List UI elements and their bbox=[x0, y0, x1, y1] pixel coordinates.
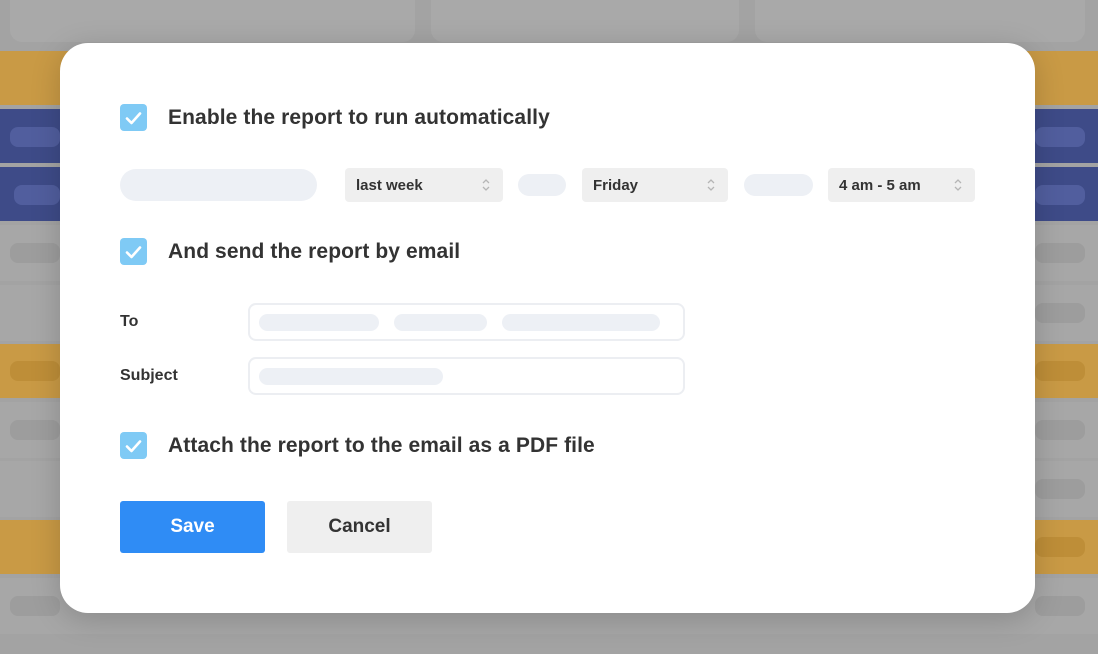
save-button[interactable]: Save bbox=[120, 501, 265, 553]
day-select[interactable]: Friday bbox=[582, 168, 728, 202]
subject-text-placeholder bbox=[259, 368, 443, 385]
sort-arrows-icon bbox=[482, 179, 490, 191]
time-select[interactable]: 4 am - 5 am bbox=[828, 168, 975, 202]
sort-arrows-icon bbox=[954, 179, 962, 191]
background-card bbox=[431, 0, 739, 42]
subject-input[interactable] bbox=[248, 357, 685, 395]
send-email-label: And send the report by email bbox=[168, 239, 461, 263]
enable-auto-run-row: Enable the report to run automatically bbox=[120, 104, 550, 131]
period-select-value: last week bbox=[356, 176, 423, 194]
background-card bbox=[755, 0, 1085, 42]
period-select[interactable]: last week bbox=[345, 168, 503, 202]
attach-pdf-label: Attach the report to the email as a PDF … bbox=[168, 433, 595, 457]
placeholder-block bbox=[518, 174, 566, 196]
checkmark-icon bbox=[125, 111, 142, 124]
background-card bbox=[10, 0, 415, 42]
send-email-row: And send the report by email bbox=[120, 238, 460, 265]
to-input[interactable] bbox=[248, 303, 685, 341]
recipient-chip bbox=[502, 314, 660, 331]
cancel-button[interactable]: Cancel bbox=[287, 501, 432, 553]
attach-pdf-checkbox[interactable] bbox=[120, 432, 147, 459]
enable-auto-run-label: Enable the report to run automatically bbox=[168, 105, 550, 129]
checkmark-icon bbox=[125, 245, 142, 258]
schedule-row: last week Friday 4 am - 5 am bbox=[120, 168, 980, 202]
sort-arrows-icon bbox=[707, 179, 715, 191]
attach-pdf-row: Attach the report to the email as a PDF … bbox=[120, 432, 595, 459]
time-select-value: 4 am - 5 am bbox=[839, 176, 921, 194]
recipient-chip bbox=[259, 314, 379, 331]
day-select-value: Friday bbox=[593, 176, 639, 194]
enable-auto-run-checkbox[interactable] bbox=[120, 104, 147, 131]
placeholder-block bbox=[120, 169, 317, 201]
send-email-checkbox[interactable] bbox=[120, 238, 147, 265]
report-schedule-dialog: Enable the report to run automatically l… bbox=[60, 43, 1035, 613]
checkmark-icon bbox=[125, 439, 142, 452]
subject-label: Subject bbox=[120, 367, 178, 384]
to-label: To bbox=[120, 313, 139, 330]
placeholder-block bbox=[744, 174, 813, 196]
recipient-chip bbox=[394, 314, 487, 331]
